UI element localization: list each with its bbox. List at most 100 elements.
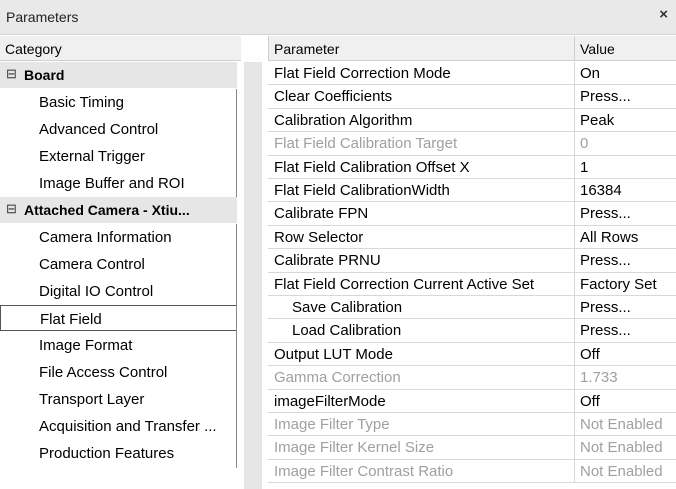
parameter-value: Not Enabled xyxy=(580,439,663,457)
parameter-row[interactable]: Row Selector All Rows xyxy=(268,225,676,250)
parameter-name: imageFilterMode xyxy=(274,392,386,410)
column-divider xyxy=(574,459,575,483)
parameter-row[interactable]: Clear Coefficients Press... xyxy=(268,85,676,109)
category-item[interactable]: Transport Layer xyxy=(0,386,237,412)
category-item[interactable]: Camera Control xyxy=(0,251,237,277)
category-item[interactable]: Flat Field xyxy=(0,305,237,331)
parameter-row[interactable]: Flat Field Correction Mode On xyxy=(268,62,676,86)
category-scrollbar[interactable] xyxy=(244,62,262,489)
column-divider xyxy=(574,296,575,319)
parameter-value[interactable]: Peak xyxy=(580,112,676,129)
column-divider xyxy=(574,108,575,132)
parameter-name: Image Filter Kernel Size xyxy=(274,439,435,457)
close-icon[interactable]: × xyxy=(659,6,668,23)
category-label: Camera Information xyxy=(39,229,172,246)
parameter-name: Flat Field CalibrationWidth xyxy=(274,182,450,199)
parameter-row[interactable]: Flat Field CalibrationWidth 16384 xyxy=(268,179,676,203)
parameter-name: Flat Field Correction Mode xyxy=(274,65,451,82)
category-column-header[interactable]: Category xyxy=(0,36,241,61)
column-divider xyxy=(574,85,575,108)
parameter-value[interactable]: On xyxy=(580,65,676,82)
column-divider xyxy=(574,413,575,436)
title-bar: Parameters × xyxy=(0,0,676,35)
parameter-name: Calibrate PRNU xyxy=(274,252,381,270)
parameter-value[interactable]: Factory Set xyxy=(580,276,676,293)
category-item[interactable]: Digital IO Control xyxy=(0,278,237,304)
category-item[interactable]: External Trigger xyxy=(0,143,237,169)
value-column-header[interactable]: Value xyxy=(574,36,676,61)
parameter-row[interactable]: Calibrate FPN Press... xyxy=(268,202,676,226)
category-label: Basic Timing xyxy=(39,94,125,111)
column-divider xyxy=(574,342,575,366)
parameter-row[interactable]: Image Filter Contrast Ratio Not Enabled xyxy=(268,459,676,484)
category-item[interactable]: Basic Timing xyxy=(0,89,237,115)
parameter-name: Image Filter Type xyxy=(274,416,390,433)
parameter-name: Gamma Correction xyxy=(274,369,401,387)
collapse-icon[interactable]: ⊟ xyxy=(6,201,17,217)
category-label: Flat Field xyxy=(40,311,102,328)
parameter-row[interactable]: Output LUT Mode Off xyxy=(268,342,676,367)
parameter-value[interactable]: All Rows xyxy=(580,229,676,246)
column-divider xyxy=(574,62,575,85)
parameter-row[interactable]: Gamma Correction 1.733 xyxy=(268,366,676,390)
parameter-value[interactable]: Off xyxy=(580,346,676,363)
tree-guide-line xyxy=(236,89,237,197)
parameter-row[interactable]: Flat Field Calibration Target 0 xyxy=(268,132,676,156)
parameter-row[interactable]: Flat Field Calibration Offset X 1 xyxy=(268,155,676,179)
parameter-row[interactable]: Load Calibration Press... xyxy=(268,319,676,343)
parameter-row[interactable]: Image Filter Kernel Size Not Enabled xyxy=(268,436,676,460)
parameter-row[interactable]: Flat Field Correction Current Active Set… xyxy=(268,272,676,296)
column-divider xyxy=(574,155,575,178)
category-label: Digital IO Control xyxy=(39,283,154,300)
parameter-name: Calibration Algorithm xyxy=(274,111,413,129)
parameter-column-header[interactable]: Parameter xyxy=(268,36,574,61)
column-divider xyxy=(574,225,575,249)
parameter-name: Image Filter Contrast Ratio xyxy=(274,462,454,480)
parameter-value: Not Enabled xyxy=(580,462,663,480)
column-divider xyxy=(574,436,575,459)
category-item[interactable]: Acquisition and Transfer ... xyxy=(0,413,237,439)
parameter-name: Save Calibration xyxy=(292,299,403,316)
parameter-row[interactable]: imageFilterMode Off xyxy=(268,389,676,413)
parameter-value[interactable]: Press... xyxy=(580,322,676,339)
parameter-name: Row Selector xyxy=(274,228,364,246)
column-divider xyxy=(574,249,575,272)
category-item[interactable]: Image Format xyxy=(0,332,237,358)
parameter-row[interactable]: Calibrate PRNU Press... xyxy=(268,249,676,273)
category-tree: ⊟ Board Basic Timing Advanced Control Extern… xyxy=(0,62,241,489)
category-label: Production Features xyxy=(39,445,175,462)
parameter-row[interactable]: Image Filter Type Not Enabled xyxy=(268,413,676,437)
parameter-name: Flat Field Correction Current Active Set xyxy=(274,275,535,293)
category-label: Image Format xyxy=(39,337,133,354)
parameter-name: Flat Field Calibration Target xyxy=(274,135,458,153)
collapse-icon[interactable]: ⊟ xyxy=(6,66,17,82)
category-item[interactable]: Production Features xyxy=(0,440,237,466)
parameter-name: Flat Field Calibration Offset X xyxy=(274,158,470,176)
category-item[interactable]: Image Buffer and ROI xyxy=(0,170,237,196)
category-label: Advanced Control xyxy=(39,121,159,138)
column-divider xyxy=(574,366,575,389)
category-group[interactable]: ⊟ Board xyxy=(0,62,237,88)
parameter-value[interactable]: 1 xyxy=(580,159,676,176)
category-label: Acquisition and Transfer ... xyxy=(39,418,217,435)
column-divider xyxy=(574,179,575,202)
category-group[interactable]: ⊟ Attached Camera - Xtiu... xyxy=(0,197,237,223)
parameter-value[interactable]: Press... xyxy=(580,252,676,269)
parameter-value: 0 xyxy=(580,135,589,153)
category-label: Image Buffer and ROI xyxy=(39,175,185,192)
parameter-value[interactable]: Off xyxy=(580,393,676,410)
category-item[interactable]: Camera Information xyxy=(0,224,237,250)
category-label: Attached Camera - Xtiu... xyxy=(24,202,190,218)
category-item[interactable]: Advanced Control xyxy=(0,116,237,142)
parameter-value[interactable]: 16384 xyxy=(580,182,676,199)
category-item[interactable]: File Access Control xyxy=(0,359,237,385)
parameter-row[interactable]: Calibration Algorithm Peak xyxy=(268,108,676,133)
parameter-value[interactable]: Press... xyxy=(580,88,676,105)
parameter-row[interactable]: Save Calibration Press... xyxy=(268,296,676,320)
parameter-value[interactable]: Press... xyxy=(580,299,676,316)
parameter-value: 1.733 xyxy=(580,369,618,387)
parameter-value[interactable]: Press... xyxy=(580,205,676,222)
window-title: Parameters xyxy=(6,9,79,25)
parameter-name: Calibrate FPN xyxy=(274,205,369,223)
parameter-value: Not Enabled xyxy=(580,416,663,433)
